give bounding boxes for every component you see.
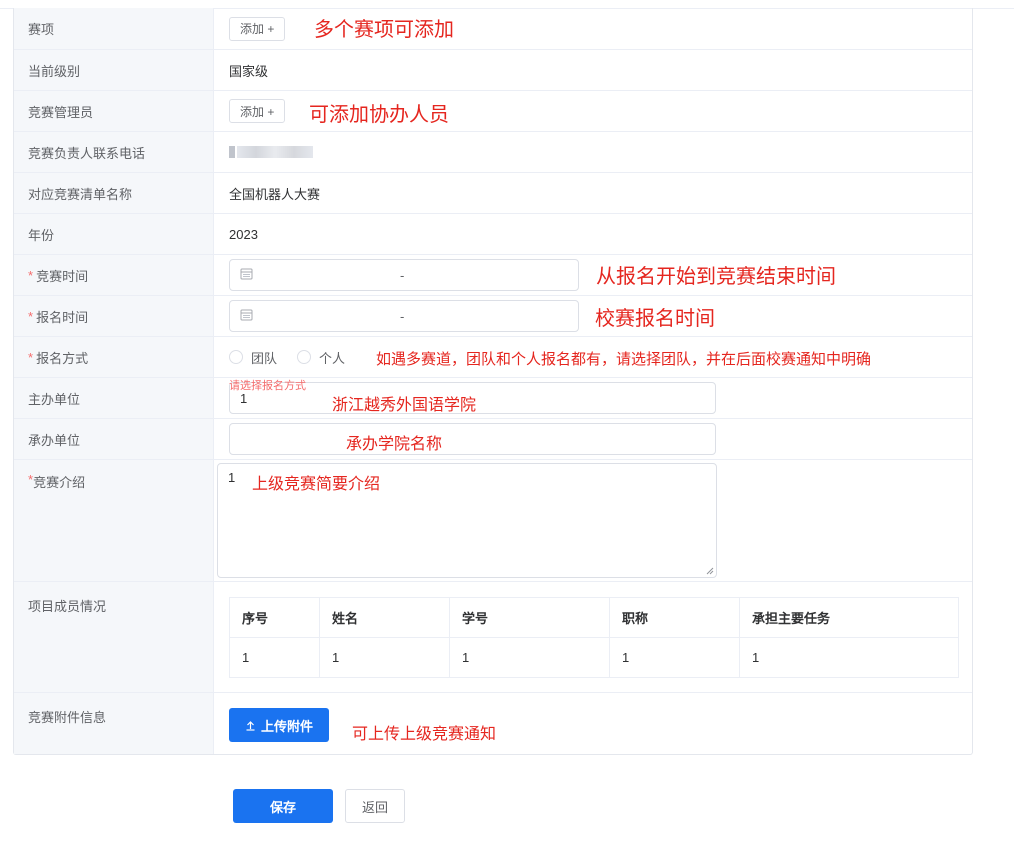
- content-organizer: 请选择报名方式 1 浙江越秀外国语学院: [214, 378, 972, 418]
- row-phone: 竞赛负责人联系电话: [14, 131, 972, 172]
- label-list-name: 对应竞赛清单名称: [14, 173, 214, 213]
- content-attachments: 上传附件 可上传上级竞赛通知: [214, 693, 972, 754]
- row-level: 当前级别 国家级: [14, 49, 972, 90]
- members-table: 序号 姓名 学号 职称 承担主要任务 1 1 1 1 1: [229, 597, 959, 678]
- radio-circle: [229, 350, 243, 364]
- annotation-intro: 上级竞赛简要介绍: [252, 474, 381, 493]
- radio-label: 个人: [319, 350, 346, 366]
- year-value: 2023: [229, 226, 258, 242]
- column-header: 学号: [449, 597, 610, 638]
- radio-team[interactable]: 团队: [229, 348, 277, 367]
- save-button[interactable]: 保存: [233, 789, 333, 823]
- column-header: 职称: [609, 597, 740, 638]
- content-undertaker: 承办学院名称: [214, 419, 972, 459]
- undertaker-input[interactable]: [229, 423, 716, 455]
- content-phone: [214, 132, 972, 172]
- required-mark: *: [28, 308, 34, 324]
- content-year: 2023: [214, 214, 972, 254]
- radio-circle: [297, 350, 312, 364]
- label-signup-mode: * 报名方式: [14, 337, 214, 377]
- content-event-items: 添加 + 多个赛项可添加: [214, 8, 972, 49]
- signup-time-range-picker[interactable]: -: [229, 300, 579, 332]
- table-header-row: 序号 姓名 学号 职称 承担主要任务: [229, 597, 959, 638]
- label-signup-time: * 报名时间: [14, 296, 214, 336]
- competition-form: 赛项 添加 + 多个赛项可添加 当前级别 国家级 竞赛管理员 添加 + 可添加协…: [13, 8, 973, 755]
- content-members: 序号 姓名 学号 职称 承担主要任务 1 1 1 1 1: [214, 582, 972, 692]
- label-text: 竞赛时间: [36, 268, 89, 284]
- label-text: 竞赛介绍: [33, 475, 86, 490]
- table-cell[interactable]: 1: [609, 637, 740, 678]
- row-admins: 竞赛管理员 添加 + 可添加协办人员: [14, 90, 972, 131]
- label-intro: * 竞赛介绍: [14, 460, 214, 581]
- content-signup-mode: 团队 个人 如遇多赛道，团队和个人报名都有，请选择团队，并在后面校赛通知中明确: [214, 337, 972, 377]
- row-year: 年份 2023: [14, 213, 972, 254]
- range-separator: -: [400, 267, 405, 283]
- row-competition-time: * 竞赛时间 - 从报名开始到竞赛结束时间: [14, 254, 972, 295]
- label-text: 报名时间: [36, 309, 89, 325]
- back-button[interactable]: 返回: [345, 789, 405, 823]
- label-attachments: 竞赛附件信息: [14, 693, 214, 754]
- label-event-items: 赛项: [14, 8, 214, 49]
- row-organizer: 主办单位 请选择报名方式 1 浙江越秀外国语学院: [14, 377, 972, 418]
- row-intro: * 竞赛介绍 1 上级竞赛简要介绍: [14, 459, 972, 581]
- table-cell[interactable]: 1: [229, 637, 320, 678]
- annotation-admins: 可添加协办人员: [309, 102, 449, 126]
- annotation-event-items: 多个赛项可添加: [314, 17, 454, 41]
- content-signup-time: - 校赛报名时间: [214, 296, 972, 336]
- row-signup-mode: * 报名方式 团队 个人 如遇多赛道，团队和个人报名都有，请选择团队，并在后面校…: [14, 336, 972, 377]
- add-event-item-button[interactable]: 添加 +: [229, 16, 286, 41]
- intro-value: 1: [228, 470, 236, 485]
- upload-attachment-button[interactable]: 上传附件: [229, 708, 330, 742]
- annotation-organizer: 浙江越秀外国语学院: [332, 395, 477, 414]
- content-level: 国家级: [214, 50, 972, 90]
- list-name-value: 全国机器人大赛: [229, 186, 321, 202]
- label-text: 报名方式: [36, 350, 89, 366]
- upload-icon: [246, 720, 255, 731]
- content-list-name: 全国机器人大赛: [214, 173, 972, 213]
- row-event-items: 赛项 添加 + 多个赛项可添加: [14, 8, 972, 49]
- label-level: 当前级别: [14, 50, 214, 90]
- resize-handle-icon[interactable]: [706, 567, 714, 575]
- table-cell[interactable]: 1: [739, 637, 959, 678]
- required-mark: *: [28, 349, 34, 365]
- column-header: 承担主要任务: [739, 597, 959, 638]
- row-attachments: 竞赛附件信息 上传附件 可上传上级竞赛通知: [14, 692, 972, 754]
- required-mark: *: [28, 267, 34, 283]
- row-undertaker: 承办单位 承办学院名称: [14, 418, 972, 459]
- row-list-name: 对应竞赛清单名称 全国机器人大赛: [14, 172, 972, 213]
- calendar-icon: [240, 308, 253, 324]
- content-admins: 添加 + 可添加协办人员: [214, 91, 972, 131]
- row-members: 项目成员情况 序号 姓名 学号 职称 承担主要任务 1 1 1 1 1: [14, 581, 972, 692]
- table-cell[interactable]: 1: [449, 637, 610, 678]
- level-value: 国家级: [229, 63, 269, 79]
- column-header: 序号: [229, 597, 320, 638]
- annotation-competition-time: 从报名开始到竞赛结束时间: [596, 264, 836, 288]
- label-phone: 竞赛负责人联系电话: [14, 132, 214, 172]
- range-separator: -: [400, 308, 405, 324]
- content-intro: 1 上级竞赛简要介绍: [214, 460, 972, 581]
- radio-individual[interactable]: 个人: [297, 348, 345, 367]
- signup-mode-error: 请选择报名方式: [229, 380, 306, 392]
- table-cell[interactable]: 1: [319, 637, 450, 678]
- row-signup-time: * 报名时间 - 校赛报名时间: [14, 295, 972, 336]
- label-year: 年份: [14, 214, 214, 254]
- annotation-attachments: 可上传上级竞赛通知: [352, 724, 497, 743]
- add-admin-button[interactable]: 添加 +: [229, 99, 286, 123]
- label-organizer: 主办单位: [14, 378, 214, 418]
- upload-button-label: 上传附件: [261, 718, 314, 734]
- phone-masked-value: [229, 146, 313, 158]
- label-admins: 竞赛管理员: [14, 91, 214, 131]
- annotation-undertaker: 承办学院名称: [346, 434, 443, 453]
- label-competition-time: * 竞赛时间: [14, 255, 214, 295]
- column-header: 姓名: [319, 597, 450, 638]
- competition-time-range-picker[interactable]: -: [229, 259, 579, 291]
- table-row: 1 1 1 1 1: [229, 637, 959, 678]
- label-members: 项目成员情况: [14, 582, 214, 692]
- annotation-signup-mode: 如遇多赛道，团队和个人报名都有，请选择团队，并在后面校赛通知中明确: [376, 350, 872, 368]
- content-competition-time: - 从报名开始到竞赛结束时间: [214, 255, 972, 295]
- annotation-signup-time: 校赛报名时间: [595, 306, 715, 330]
- label-undertaker: 承办单位: [14, 419, 214, 459]
- calendar-icon: [240, 267, 253, 283]
- radio-label: 团队: [251, 350, 278, 366]
